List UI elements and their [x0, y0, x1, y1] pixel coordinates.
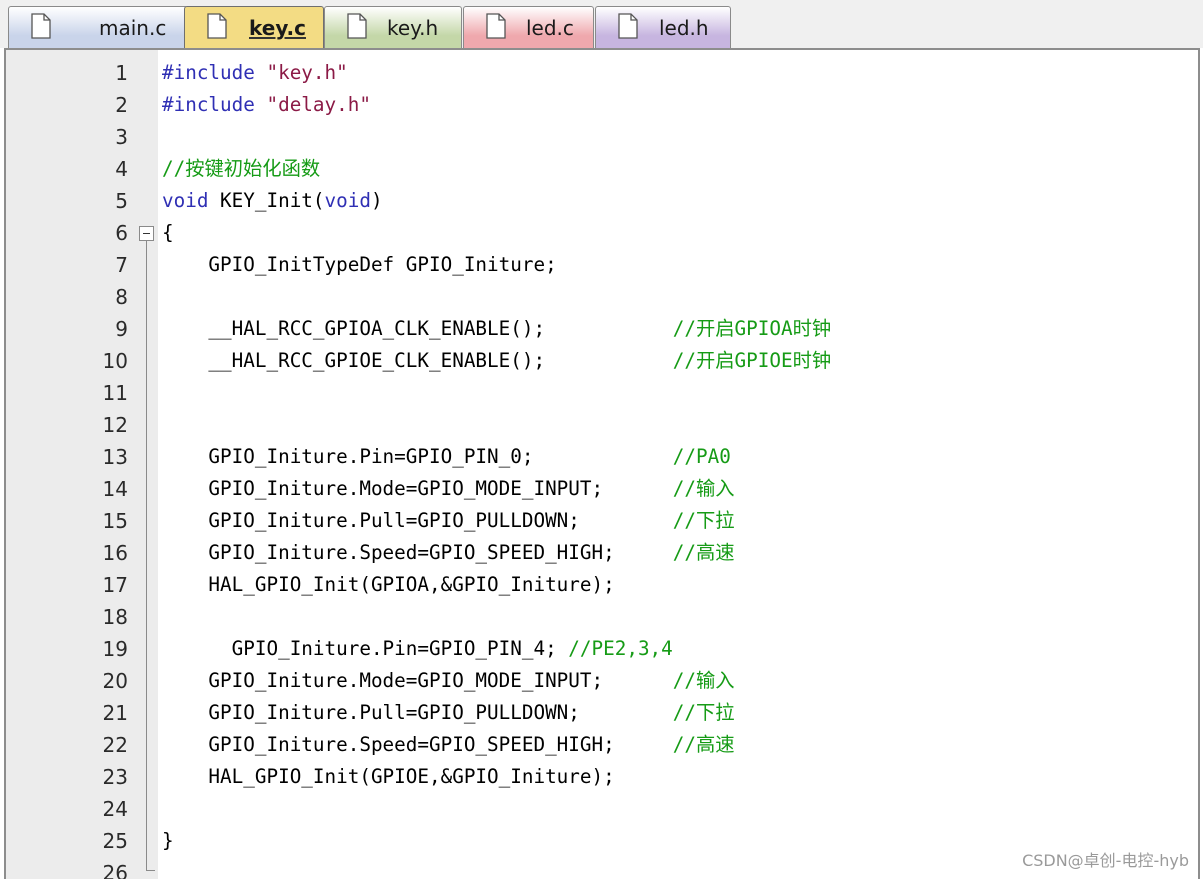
line-number: 12: [102, 413, 128, 437]
code-line[interactable]: 6{: [6, 217, 1198, 249]
code-text[interactable]: {: [162, 217, 174, 249]
code-text[interactable]: GPIO_Initure.Pin=GPIO_PIN_0; //PA0: [162, 441, 730, 473]
code-text[interactable]: GPIO_Initure.Pull=GPIO_PULLDOWN; //下拉: [162, 505, 734, 537]
line-number: 26: [102, 861, 128, 879]
file-icon: [31, 13, 51, 39]
code-text[interactable]: GPIO_Initure.Pull=GPIO_PULLDOWN; //下拉: [162, 697, 734, 729]
tab-main-c[interactable]: main.c: [8, 6, 188, 48]
code-line[interactable]: 12: [6, 409, 1198, 441]
line-number: 25: [102, 829, 128, 853]
code-text[interactable]: HAL_GPIO_Init(GPIOA,&GPIO_Initure);: [162, 569, 614, 601]
file-icon: [486, 13, 506, 39]
fold-guide: [146, 241, 147, 871]
tab-label: main.c: [99, 16, 167, 40]
code-line[interactable]: 23 HAL_GPIO_Init(GPIOE,&GPIO_Initure);: [6, 761, 1198, 793]
code-line[interactable]: 19 GPIO_Initure.Pin=GPIO_PIN_4; //PE2,3,…: [6, 633, 1198, 665]
code-line[interactable]: 1 #include "key.h": [6, 57, 1198, 89]
code-line[interactable]: 7 GPIO_InitTypeDef GPIO_Initure;: [6, 249, 1198, 281]
line-number: 24: [102, 797, 128, 821]
code-line[interactable]: 8: [6, 281, 1198, 313]
code-line[interactable]: 9 __HAL_RCC_GPIOA_CLK_ENABLE(); //开启GPIO…: [6, 313, 1198, 345]
line-number: 17: [102, 573, 128, 597]
code-line[interactable]: 17 HAL_GPIO_Init(GPIOA,&GPIO_Initure);: [6, 569, 1198, 601]
tab-label: key.h: [387, 16, 439, 40]
line-number: 23: [102, 765, 128, 789]
line-number: 13: [102, 445, 128, 469]
code-line[interactable]: 3: [6, 121, 1198, 153]
code-text[interactable]: GPIO_Initure.Speed=GPIO_SPEED_HIGH; //高速: [162, 729, 734, 761]
fold-collapse-icon[interactable]: [139, 226, 154, 241]
code-text[interactable]: GPIO_Initure.Speed=GPIO_SPEED_HIGH; //高速: [162, 537, 734, 569]
code-text[interactable]: //按键初始化函数: [162, 153, 320, 185]
line-number: 10: [102, 349, 128, 373]
code-line[interactable]: 4 //按键初始化函数: [6, 153, 1198, 185]
code-line[interactable]: 15 GPIO_Initure.Pull=GPIO_PULLDOWN; //下拉: [6, 505, 1198, 537]
code-line[interactable]: 5 void KEY_Init(void): [6, 185, 1198, 217]
code-text[interactable]: }: [162, 825, 174, 857]
fold-end-marker: [146, 870, 155, 871]
line-number: 22: [102, 733, 128, 757]
code-line[interactable]: 22 GPIO_Initure.Speed=GPIO_SPEED_HIGH; /…: [6, 729, 1198, 761]
code-text[interactable]: GPIO_Initure.Mode=GPIO_MODE_INPUT; //输入: [162, 473, 734, 505]
line-number: 15: [102, 509, 128, 533]
line-number: 3: [115, 125, 128, 149]
line-number: 6: [115, 221, 128, 245]
code-text[interactable]: GPIO_Initure.Pin=GPIO_PIN_4; //PE2,3,4: [162, 633, 673, 665]
code-line[interactable]: 18: [6, 601, 1198, 633]
code-text[interactable]: GPIO_Initure.Mode=GPIO_MODE_INPUT; //输入: [162, 665, 734, 697]
code-text[interactable]: __HAL_RCC_GPIOA_CLK_ENABLE(); //开启GPIOA时…: [162, 313, 831, 345]
tab-label: led.c: [526, 16, 574, 40]
tab-label: key.c: [249, 16, 306, 40]
code-text[interactable]: GPIO_InitTypeDef GPIO_Initure;: [162, 249, 556, 281]
code-text[interactable]: void KEY_Init(void): [162, 185, 383, 217]
code-line[interactable]: 2 #include "delay.h": [6, 89, 1198, 121]
code-line[interactable]: 14 GPIO_Initure.Mode=GPIO_MODE_INPUT; //…: [6, 473, 1198, 505]
code-text[interactable]: HAL_GPIO_Init(GPIOE,&GPIO_Initure);: [162, 761, 614, 793]
line-number: 11: [102, 381, 128, 405]
line-number: 16: [102, 541, 128, 565]
tab-led-h[interactable]: led.h: [595, 6, 731, 48]
tab-label: led.h: [659, 16, 709, 40]
code-line[interactable]: 25}: [6, 825, 1198, 857]
line-number: 20: [102, 669, 128, 693]
line-number: 19: [102, 637, 128, 661]
code-line[interactable]: 11: [6, 377, 1198, 409]
line-number: 8: [115, 285, 128, 309]
line-number: 5: [115, 189, 128, 213]
code-line[interactable]: 21 GPIO_Initure.Pull=GPIO_PULLDOWN; //下拉: [6, 697, 1198, 729]
watermark: CSDN@卓创-电控-hyb: [1022, 851, 1189, 870]
file-tab-bar: main.c key.c key.h led.c led.h: [0, 0, 1203, 48]
line-number: 9: [115, 317, 128, 341]
tab-key-h[interactable]: key.h: [324, 6, 462, 48]
line-number: 14: [102, 477, 128, 501]
line-number: 7: [115, 253, 128, 277]
code-line[interactable]: 24: [6, 793, 1198, 825]
file-icon: [618, 13, 638, 39]
code-line[interactable]: 13 GPIO_Initure.Pin=GPIO_PIN_0; //PA0: [6, 441, 1198, 473]
tab-led-c[interactable]: led.c: [463, 6, 594, 48]
file-icon: [347, 13, 367, 39]
code-editor[interactable]: 1 #include "key.h" 2 #include "delay.h" 3 4 //…: [4, 48, 1200, 879]
tab-key-c[interactable]: key.c: [184, 6, 324, 48]
code-line[interactable]: 26: [6, 857, 1198, 879]
code-line[interactable]: 10 __HAL_RCC_GPIOE_CLK_ENABLE(); //开启GPI…: [6, 345, 1198, 377]
line-number: 1: [115, 61, 128, 85]
line-number: 18: [102, 605, 128, 629]
code-line[interactable]: 20 GPIO_Initure.Mode=GPIO_MODE_INPUT; //…: [6, 665, 1198, 697]
code-text[interactable]: __HAL_RCC_GPIOE_CLK_ENABLE(); //开启GPIOE时…: [162, 345, 831, 377]
code-text[interactable]: #include "delay.h": [162, 89, 371, 121]
line-number: 21: [102, 701, 128, 725]
line-number: 2: [115, 93, 128, 117]
line-number: 4: [115, 157, 128, 181]
code-line[interactable]: 16 GPIO_Initure.Speed=GPIO_SPEED_HIGH; /…: [6, 537, 1198, 569]
file-icon: [207, 13, 227, 39]
code-text[interactable]: #include "key.h": [162, 57, 348, 89]
